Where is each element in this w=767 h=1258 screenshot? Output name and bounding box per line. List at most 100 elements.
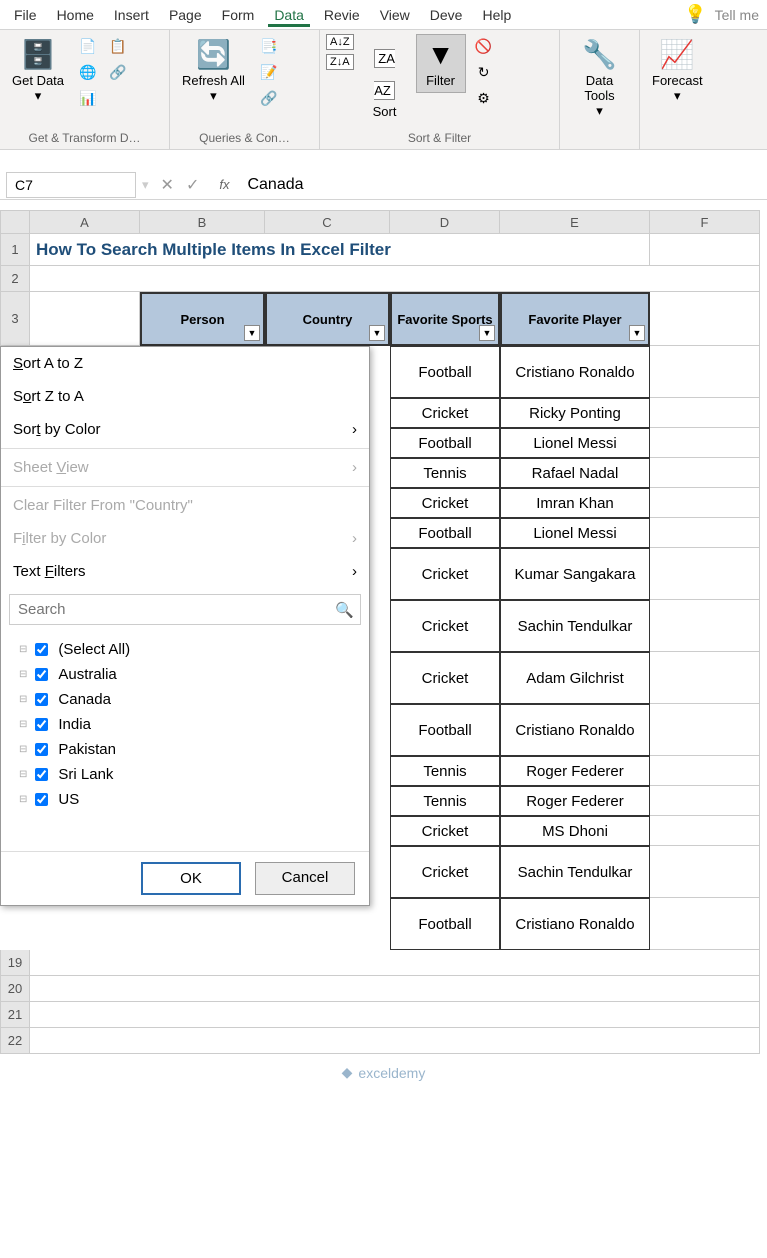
forecast-button[interactable]: 📈 Forecast ▾: [646, 34, 709, 108]
cancel-button[interactable]: Cancel: [255, 862, 355, 895]
sort-button[interactable]: ZAAZ Sort: [360, 34, 410, 123]
checkbox[interactable]: [35, 793, 48, 806]
tab-review[interactable]: Revie: [318, 3, 366, 27]
formula-input[interactable]: [237, 172, 767, 198]
tab-file[interactable]: File: [8, 3, 43, 27]
tab-formulas[interactable]: Form: [216, 3, 261, 27]
filter-check-item[interactable]: Sri Lank: [19, 762, 357, 787]
row-header-22[interactable]: 22: [0, 1028, 30, 1054]
filter-dropdown-player[interactable]: ▼: [629, 325, 645, 341]
select-all-corner[interactable]: [0, 210, 30, 234]
tab-developer[interactable]: Deve: [424, 3, 469, 27]
sort-az-menuitem[interactable]: SSort A to Zort A to Z: [1, 347, 369, 380]
checkbox[interactable]: [35, 768, 48, 781]
cell-player[interactable]: Lionel Messi: [500, 428, 650, 458]
cell-player[interactable]: Sachin Tendulkar: [500, 600, 650, 652]
header-country[interactable]: Country ▼: [265, 292, 390, 346]
ok-button[interactable]: OK: [141, 862, 241, 895]
cell-player[interactable]: Roger Federer: [500, 756, 650, 786]
cell-sports[interactable]: Cricket: [390, 398, 500, 428]
cancel-formula-icon[interactable]: ✕: [161, 175, 174, 195]
cell-player[interactable]: MS Dhoni: [500, 816, 650, 846]
tab-view[interactable]: View: [374, 3, 416, 27]
row-header-3[interactable]: 3: [0, 292, 30, 346]
cell-player[interactable]: Roger Federer: [500, 786, 650, 816]
cell-sports[interactable]: Cricket: [390, 846, 500, 898]
cell-sports[interactable]: Cricket: [390, 488, 500, 518]
cell-player[interactable]: Cristiano Ronaldo: [500, 346, 650, 398]
tellme-search[interactable]: Tell me: [715, 7, 759, 23]
col-header-a[interactable]: A: [30, 210, 140, 234]
header-player[interactable]: Favorite Player ▼: [500, 292, 650, 346]
row-header-2[interactable]: 2: [0, 266, 30, 292]
cell-player[interactable]: Cristiano Ronaldo: [500, 898, 650, 950]
cell-sports[interactable]: Cricket: [390, 548, 500, 600]
checkbox[interactable]: [35, 718, 48, 731]
reapply-button[interactable]: ↻: [472, 60, 496, 84]
text-filters-menuitem[interactable]: Text Filters›: [1, 555, 369, 588]
cell-player[interactable]: Lionel Messi: [500, 518, 650, 548]
cell-sports[interactable]: Football: [390, 518, 500, 548]
cell-player[interactable]: Kumar Sangakara: [500, 548, 650, 600]
filter-check-item[interactable]: Australia: [19, 662, 357, 687]
title-cell[interactable]: How To Search Multiple Items In Excel Fi…: [30, 234, 650, 266]
row-header-1[interactable]: 1: [0, 234, 30, 266]
cell-player[interactable]: Adam Gilchrist: [500, 652, 650, 704]
filter-check-item[interactable]: Pakistan: [19, 737, 357, 762]
filter-dropdown-sports[interactable]: ▼: [479, 325, 495, 341]
col-header-b[interactable]: B: [140, 210, 265, 234]
checkbox[interactable]: [35, 643, 48, 656]
tab-data[interactable]: Data: [268, 3, 310, 27]
cell-sports[interactable]: Football: [390, 704, 500, 756]
filter-button[interactable]: ▼ Filter: [416, 34, 466, 93]
tab-page[interactable]: Page: [163, 3, 208, 27]
col-header-e[interactable]: E: [500, 210, 650, 234]
header-sports[interactable]: Favorite Sports ▼: [390, 292, 500, 346]
sort-za-button[interactable]: Z↓A: [326, 54, 354, 70]
cell-sports[interactable]: Cricket: [390, 816, 500, 846]
col-header-f[interactable]: F: [650, 210, 760, 234]
fx-icon[interactable]: fx: [211, 177, 237, 192]
tab-home[interactable]: Home: [51, 3, 100, 27]
filter-dropdown-country[interactable]: ▼: [369, 325, 385, 341]
sort-az-button[interactable]: A↓Z: [326, 34, 354, 50]
row-header-21[interactable]: 21: [0, 1002, 30, 1028]
col-header-d[interactable]: D: [390, 210, 500, 234]
tab-insert[interactable]: Insert: [108, 3, 155, 27]
filter-check-item[interactable]: Canada: [19, 687, 357, 712]
row-header-20[interactable]: 20: [0, 976, 30, 1002]
filter-check-item[interactable]: (Select All): [19, 637, 357, 662]
filter-search-box[interactable]: 🔍: [9, 594, 361, 625]
cell-sports[interactable]: Football: [390, 346, 500, 398]
cell-player[interactable]: Rafael Nadal: [500, 458, 650, 488]
header-person[interactable]: Person ▼: [140, 292, 265, 346]
checkbox[interactable]: [35, 693, 48, 706]
cell-player[interactable]: Sachin Tendulkar: [500, 846, 650, 898]
checkbox[interactable]: [35, 743, 48, 756]
sort-za-menuitem[interactable]: Sort Z to A: [1, 380, 369, 413]
from-table-button[interactable]: 📊: [76, 86, 100, 110]
filter-check-item[interactable]: India: [19, 712, 357, 737]
cell-sports[interactable]: Tennis: [390, 786, 500, 816]
lightbulb-icon[interactable]: 💡: [684, 4, 706, 25]
clear-filter-button[interactable]: 🚫: [472, 34, 496, 58]
name-box[interactable]: [6, 172, 136, 198]
cell-sports[interactable]: Football: [390, 898, 500, 950]
sort-by-color-menuitem[interactable]: Sort by Color›: [1, 413, 369, 446]
checkbox[interactable]: [35, 668, 48, 681]
queries-button[interactable]: 📑: [257, 34, 281, 58]
col-header-c[interactable]: C: [265, 210, 390, 234]
properties-button[interactable]: 📝: [257, 60, 281, 84]
cell-player[interactable]: Ricky Ponting: [500, 398, 650, 428]
advanced-button[interactable]: ⚙: [472, 86, 496, 110]
from-web-button[interactable]: 🌐: [76, 60, 100, 84]
cell-player[interactable]: Imran Khan: [500, 488, 650, 518]
recent-sources-button[interactable]: 📋: [106, 34, 130, 58]
edit-links-button[interactable]: 🔗: [257, 86, 281, 110]
cell-sports[interactable]: Cricket: [390, 600, 500, 652]
cell-sports[interactable]: Tennis: [390, 458, 500, 488]
from-text-button[interactable]: 📄: [76, 34, 100, 58]
cell-player[interactable]: Cristiano Ronaldo: [500, 704, 650, 756]
accept-formula-icon[interactable]: ✓: [186, 175, 199, 195]
cell-sports[interactable]: Cricket: [390, 652, 500, 704]
